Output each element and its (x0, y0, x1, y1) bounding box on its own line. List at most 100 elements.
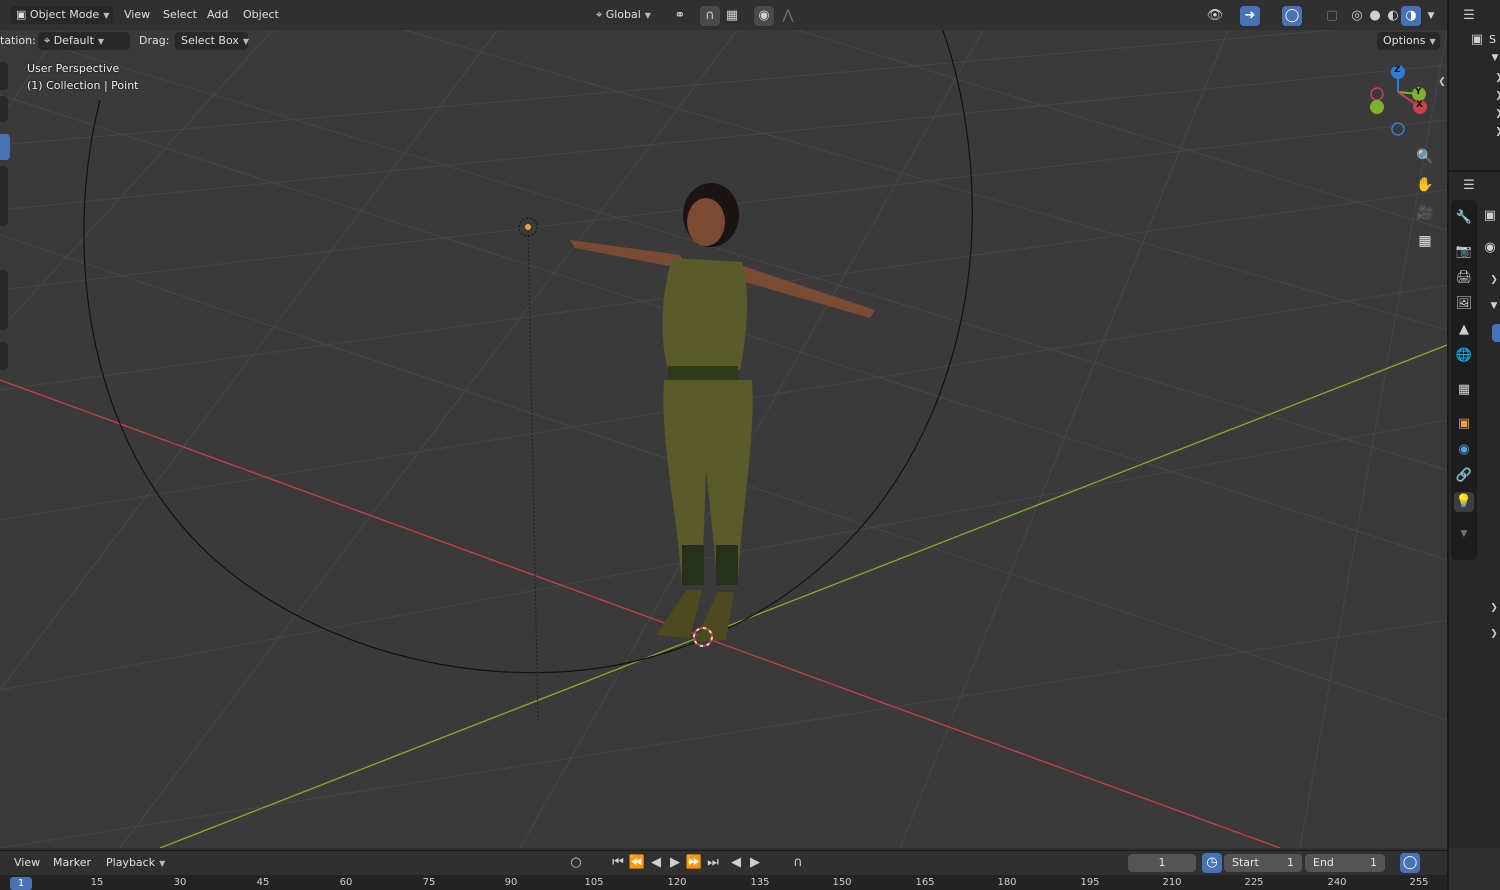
end-value: 1 (1370, 856, 1377, 869)
render-tab-icon[interactable]: 📷 (1454, 242, 1474, 262)
falloff-icon[interactable]: ⋀ (778, 6, 798, 26)
left-toolbar (0, 62, 10, 372)
auto-keying-icon[interactable]: ∩ (788, 853, 808, 873)
shading-options-chevron-icon[interactable]: ▼ (1421, 6, 1441, 26)
view-layer-tab-icon[interactable]: 🖼 (1454, 294, 1474, 314)
light-data-tab-icon[interactable]: 💡 (1454, 492, 1474, 512)
camera-view-icon[interactable]: 🎥 (1412, 200, 1438, 226)
gizmo-y-label[interactable]: Y (1415, 87, 1422, 97)
jump-keyframe-forward-icon[interactable]: ⏩ (684, 853, 704, 873)
panel-collapse-icon[interactable]: ▼ (1484, 296, 1500, 316)
panel-active-toggle[interactable] (1492, 324, 1500, 342)
properties-tabs: 🔧 📷 🖨 🖼 ▲ 🌐 ▦ ▣ ◉ 🔗 💡 ▼ (1451, 200, 1477, 560)
physics-tab-icon[interactable]: ◉ (1454, 440, 1474, 460)
gizmo-toggle-icon[interactable]: ➜ (1240, 6, 1260, 26)
panel-expand-icon[interactable]: ❯ (1484, 598, 1500, 618)
scene-collection-icon: ▣ (1470, 32, 1484, 47)
outliner-editor-type-icon[interactable]: ☰ (1459, 6, 1479, 26)
jump-start-icon[interactable]: ⏮ (608, 853, 628, 873)
transform-tools-group[interactable] (0, 166, 8, 226)
drag-value: Select Box (181, 34, 239, 47)
timeline-view-options-icon[interactable]: ◯ (1400, 853, 1420, 873)
solid-shading-icon[interactable]: ● (1365, 6, 1385, 26)
3d-viewport[interactable] (0, 0, 1447, 848)
outliner-scene-label[interactable]: S (1489, 31, 1496, 49)
menu-object[interactable]: Object (243, 6, 279, 24)
wireframe-shading-icon[interactable]: ◎ (1347, 6, 1367, 26)
prev-keyframe-icon[interactable]: ◀ (726, 853, 746, 873)
panel-header-icon[interactable]: ▣ (1480, 206, 1500, 226)
rendered-shading-icon[interactable]: ◑ (1401, 6, 1421, 26)
end-frame-field[interactable]: End 1 (1305, 854, 1385, 872)
item-expand-icon[interactable]: ❯ (1489, 122, 1500, 142)
mode-dropdown[interactable]: ▣ Object Mode ▼ (10, 6, 113, 24)
y-axis-line (159, 344, 1447, 848)
world-tab-icon[interactable]: 🌐 (1454, 346, 1474, 366)
snap-target-icon[interactable]: ▦ (722, 6, 742, 26)
ruler-tick: 210 (1162, 877, 1182, 888)
playhead-frame-indicator[interactable]: 1 (10, 877, 32, 890)
preview-range-icon[interactable]: ◷ (1202, 853, 1222, 873)
transform-orientation-dropdown[interactable]: ⌖ Global ▼ (590, 6, 662, 24)
snap-icon[interactable]: ∩ (700, 6, 720, 26)
area-divider[interactable] (1447, 0, 1449, 890)
xray-icon[interactable]: ▢ (1322, 6, 1342, 26)
panel-expand-icon[interactable]: ❯ (1484, 624, 1500, 644)
pivot-point-icon[interactable]: ⚭ (670, 6, 690, 26)
constraints-tab-icon[interactable]: 🔗 (1454, 466, 1474, 486)
ruler-tick: 90 (504, 877, 518, 888)
transform-orientation-icon: ⌖ (596, 8, 603, 21)
gizmo-z-label[interactable]: Z (1394, 65, 1401, 75)
properties-editor-type-icon[interactable]: ☰ (1459, 176, 1479, 196)
next-keyframe-icon[interactable]: ▶ (745, 853, 765, 873)
panel-expand-icon[interactable]: ❯ (1484, 270, 1500, 290)
ruler-tick: 165 (915, 877, 935, 888)
play-reverse-icon[interactable]: ◀ (646, 853, 666, 873)
object-tab-icon[interactable]: ▣ (1454, 414, 1474, 434)
timeline-menu-view[interactable]: View (14, 854, 40, 872)
options-dropdown[interactable]: Options ▼ (1377, 32, 1440, 50)
gizmo-x-label[interactable]: X (1416, 100, 1423, 110)
tabs-more-chevron-icon[interactable]: ▼ (1454, 524, 1474, 544)
output-tab-icon[interactable]: 🖨 (1454, 268, 1474, 288)
item-expand-icon[interactable]: ❯ (1489, 104, 1500, 124)
record-icon[interactable]: ○ (566, 853, 586, 873)
start-frame-field[interactable]: Start 1 (1224, 854, 1302, 872)
drag-dropdown[interactable]: Select Box ▼ (175, 32, 249, 50)
item-expand-icon[interactable]: ❯ (1489, 86, 1500, 106)
point-light-center (525, 224, 531, 230)
select-tool-icon[interactable] (0, 62, 8, 90)
x-axis-line (0, 379, 1281, 848)
material-shading-icon[interactable]: ◐ (1383, 6, 1403, 26)
add-cube-tool-icon[interactable] (0, 342, 8, 370)
current-frame-field[interactable]: 1 (1128, 854, 1196, 872)
sidebar-toggle-chevron-icon[interactable]: ❮ (1432, 72, 1452, 92)
outliner-panel[interactable]: ☰ ▣ S ▼ ❯ ❯ ❯ ❯ (1449, 0, 1500, 172)
menu-view[interactable]: View (124, 6, 150, 24)
menu-select[interactable]: Select (163, 6, 197, 24)
scene-tab-icon[interactable]: ▲ (1454, 320, 1474, 340)
cursor-tool-icon[interactable] (0, 96, 8, 122)
menu-add[interactable]: Add (207, 6, 228, 24)
move-tool-icon[interactable] (0, 134, 10, 160)
visibility-icon[interactable]: 👁 (1205, 6, 1225, 26)
pan-hand-icon[interactable]: ✋ (1412, 172, 1438, 198)
timeline-menu-marker[interactable]: Marker (53, 854, 91, 872)
tool-tab-icon[interactable]: 🔧 (1454, 208, 1474, 228)
play-icon[interactable]: ▶ (665, 853, 685, 873)
ortho-grid-icon[interactable]: ▦ (1412, 228, 1438, 254)
overlay-toggle-icon[interactable]: ◯ (1282, 6, 1302, 26)
panel-header-icon[interactable]: ◉ (1480, 238, 1500, 258)
annotate-tools-group[interactable] (0, 270, 8, 330)
orientation-setting-value: Default (53, 34, 94, 47)
jump-end-icon[interactable]: ⏭ (703, 853, 723, 873)
item-expand-icon[interactable]: ❯ (1489, 68, 1500, 88)
timeline-menu-playback[interactable]: Playback ▼ (100, 854, 167, 872)
zoom-icon[interactable]: 🔍 (1412, 144, 1438, 170)
proportional-edit-icon[interactable]: ◉ (754, 6, 774, 26)
jump-keyframe-back-icon[interactable]: ⏪ (627, 853, 647, 873)
collection-expand-icon[interactable]: ▼ (1485, 48, 1500, 68)
timeline-ruler[interactable] (0, 875, 1447, 890)
collection-tab-icon[interactable]: ▦ (1454, 380, 1474, 400)
orientation-setting-dropdown[interactable]: ⌖ Default ▼ (38, 32, 130, 50)
